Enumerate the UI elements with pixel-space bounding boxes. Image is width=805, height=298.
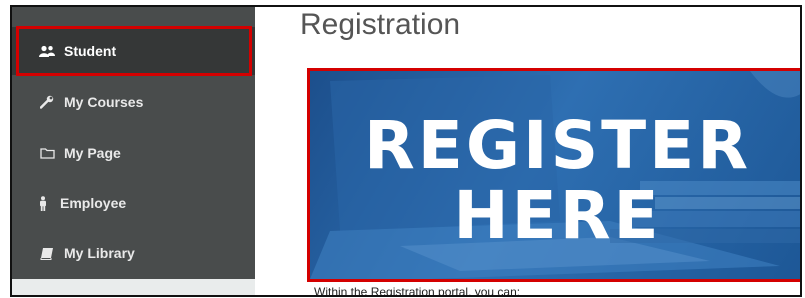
folder-icon xyxy=(36,147,58,159)
sidebar-footer xyxy=(12,279,255,295)
page-title: Registration xyxy=(300,8,461,41)
book-icon xyxy=(36,247,58,260)
person-icon xyxy=(32,195,54,211)
sidebar-item-label: My Courses xyxy=(64,94,144,110)
sidebar-item-my-courses[interactable]: My Courses xyxy=(12,78,255,126)
main-content: Registration REGISTER HERE Within the Re… xyxy=(255,7,800,295)
sidebar-item-student[interactable]: Student xyxy=(12,27,255,75)
sidebar-item-label: Student xyxy=(64,43,117,59)
sidebar-item-employee[interactable]: Employee xyxy=(12,179,255,227)
intro-text: Within the Registration portal, you can: xyxy=(314,285,521,297)
banner-line-1: REGISTER xyxy=(363,107,752,184)
sidebar-item-label: My Page xyxy=(64,145,121,161)
sidebar-item-my-page[interactable]: My Page xyxy=(12,129,255,177)
sidebar-item-my-library[interactable]: My Library xyxy=(12,229,255,277)
register-here-banner[interactable]: REGISTER HERE xyxy=(310,71,800,279)
users-icon xyxy=(36,45,58,58)
sidebar: Student My Courses My Page Employee My L… xyxy=(12,7,255,295)
banner-line-2: HERE xyxy=(453,177,662,254)
wrench-icon xyxy=(36,95,58,109)
app-frame: Student My Courses My Page Employee My L… xyxy=(10,5,802,297)
sidebar-item-label: My Library xyxy=(64,245,135,261)
sidebar-item-label: Employee xyxy=(60,195,127,211)
